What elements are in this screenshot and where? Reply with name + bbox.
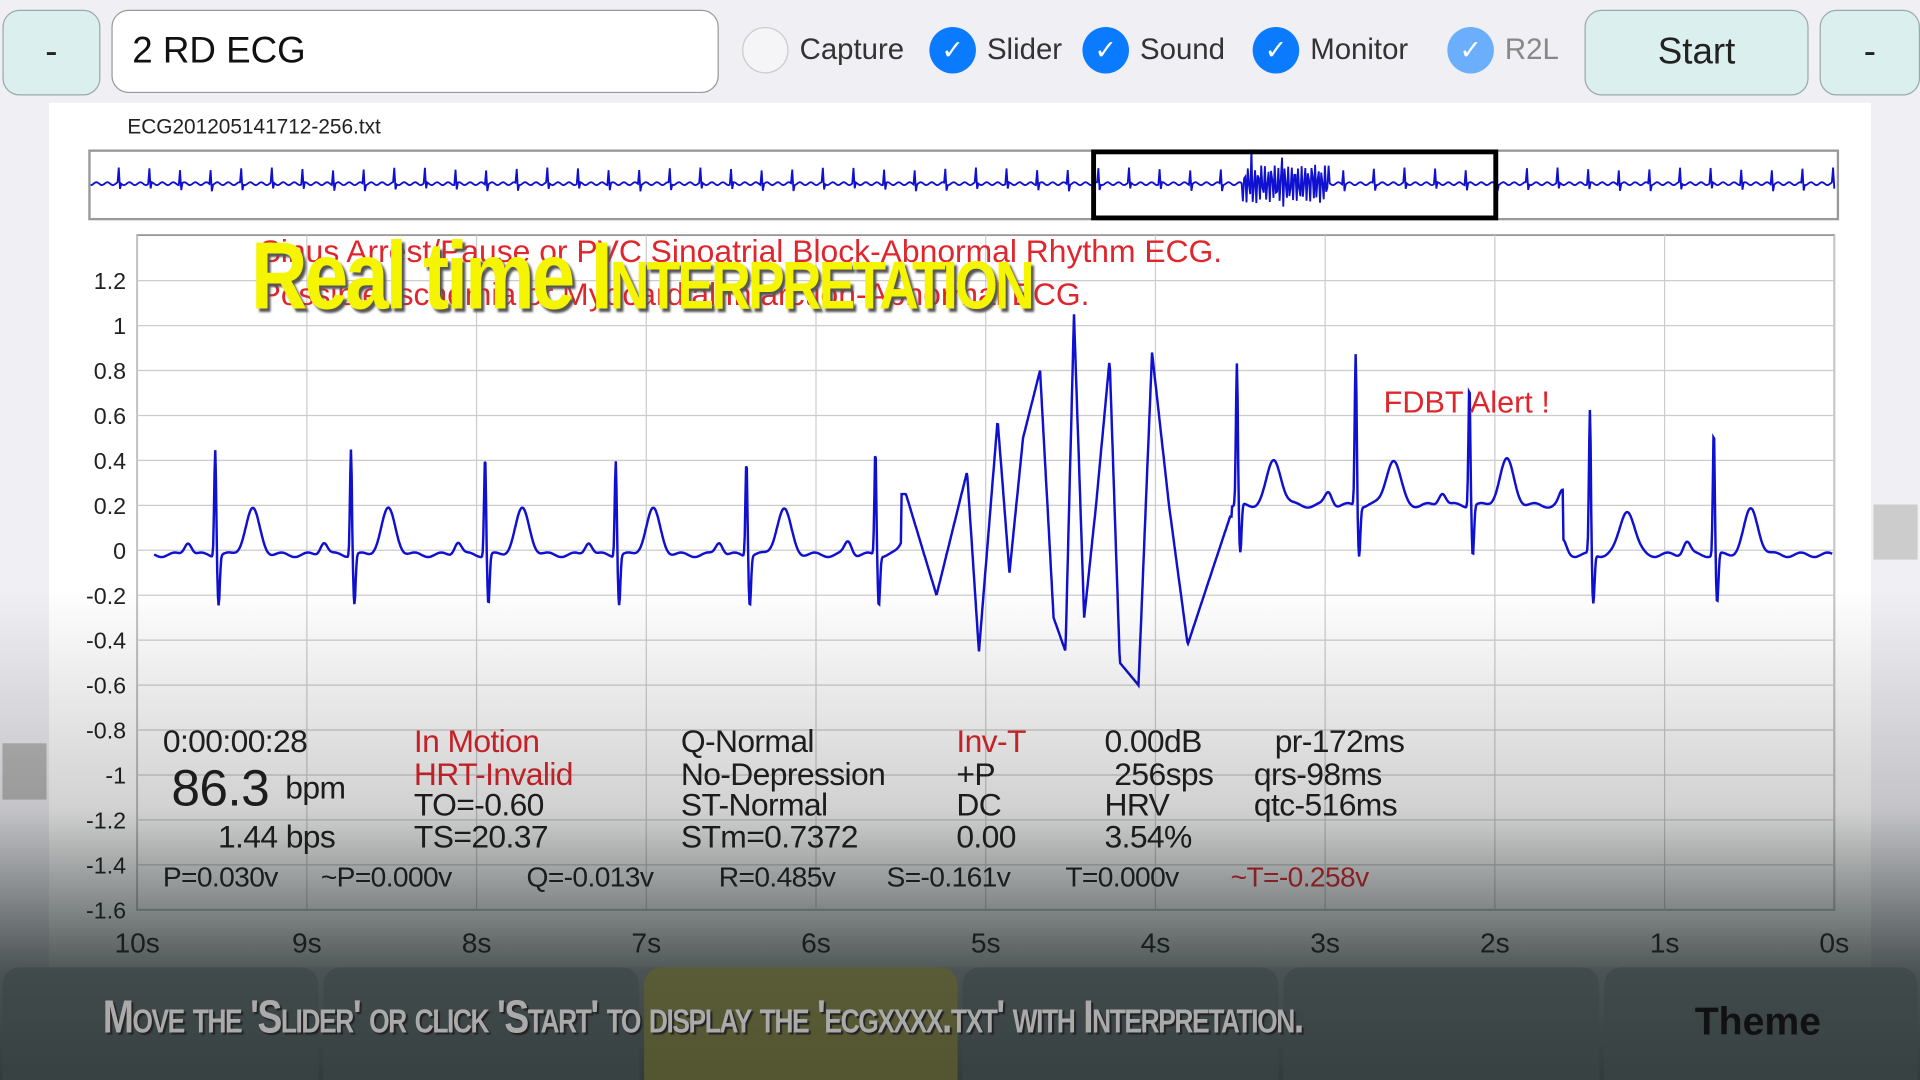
- right-scroll-handle[interactable]: [1873, 504, 1918, 560]
- bps-value: 1.44 bps: [217, 817, 336, 855]
- amp-s: S=-0.161v: [886, 860, 1011, 893]
- x-tick-label: 0s: [1819, 928, 1849, 959]
- checkmark-icon: ✓: [1252, 26, 1300, 74]
- file-name-input[interactable]: 2 RD ECG: [111, 9, 719, 94]
- y-tick-label: 1: [113, 313, 126, 339]
- x-tick-label: 1s: [1650, 928, 1680, 959]
- y-tick-label: -1.6: [86, 897, 126, 923]
- amp-t: T=0.000v: [1065, 860, 1179, 893]
- bpm-unit: bpm: [285, 768, 346, 806]
- x-tick-label: 3s: [1310, 928, 1340, 959]
- bpm-value: 86.3: [171, 759, 270, 817]
- r2l-checkbox[interactable]: ✓ R2L: [1447, 26, 1559, 74]
- x-tick-label: 7s: [631, 928, 661, 959]
- unchecked-circle-icon: [742, 26, 789, 74]
- y-tick-label: -0.2: [86, 583, 126, 609]
- ts-value: TS=20.37: [413, 817, 549, 855]
- x-tick-label: 6s: [801, 928, 831, 959]
- checkmark-icon: ✓: [1082, 26, 1129, 74]
- right-minus-button[interactable]: -: [1819, 9, 1920, 96]
- y-tick-label: -1.4: [86, 852, 126, 878]
- theme-label: Theme: [1694, 999, 1822, 1044]
- y-tick-label: 0: [113, 538, 126, 564]
- overlay-title-caps: Interpretation: [590, 221, 1035, 330]
- app-screen: - 2 RD ECG Capture ✓ Slider ✓ Sound ✓ Mo…: [0, 0, 1920, 1080]
- y-tick-label: -1: [105, 763, 126, 789]
- y-tick-label: -0.6: [86, 673, 126, 699]
- sound-label: Sound: [1140, 33, 1225, 67]
- slider-checkbox[interactable]: ✓ Slider: [929, 26, 1063, 74]
- x-tick-label: 2s: [1480, 928, 1510, 959]
- x-tick-label: 8s: [462, 928, 492, 959]
- monitor-checkbox[interactable]: ✓ Monitor: [1252, 26, 1409, 74]
- amp-r: R=0.485v: [718, 860, 836, 893]
- amp-p: P=0.030v: [162, 860, 279, 893]
- sound-checkbox[interactable]: ✓ Sound: [1082, 26, 1225, 74]
- x-tick-label: 4s: [1141, 928, 1171, 959]
- theme-tab[interactable]: Theme: [1604, 967, 1918, 1080]
- y-tick-label: 0.4: [94, 448, 126, 474]
- y-tick-label: 0.6: [94, 403, 126, 429]
- overview-strip[interactable]: [88, 149, 1840, 221]
- bottom-tab-5[interactable]: [1283, 967, 1600, 1080]
- overlay-caption: Move the 'Slider' or click 'Start' to di…: [102, 991, 1304, 1044]
- x-tick-label: 5s: [971, 928, 1001, 959]
- amp-not-p: ~P=0.000v: [320, 860, 452, 893]
- overlay-title-main: Real time: [251, 221, 591, 330]
- y-tick-label: 1.2: [94, 268, 126, 294]
- checkmark-icon: ✓: [929, 26, 976, 74]
- capture-label: Capture: [799, 33, 905, 67]
- start-button[interactable]: Start: [1584, 9, 1809, 96]
- file-name-label: ECG201205141712-256.txt: [127, 115, 381, 139]
- y-tick-label: -0.8: [86, 718, 126, 744]
- left-scroll-handle[interactable]: [2, 743, 47, 800]
- y-tick-label: -1.2: [86, 807, 126, 833]
- hrv-value: 3.54%: [1104, 817, 1192, 855]
- stm-value: STm=0.7372: [680, 817, 859, 855]
- x-tick-label: 9s: [292, 928, 322, 959]
- checkmark-icon: ✓: [1447, 26, 1494, 74]
- y-tick-label: -0.4: [86, 628, 126, 654]
- x-tick-label: 10s: [114, 928, 159, 959]
- left-minus-button[interactable]: -: [2, 9, 101, 96]
- r2l-label: R2L: [1504, 33, 1559, 67]
- capture-checkbox[interactable]: Capture: [742, 26, 905, 74]
- amp-not-t: ~T=-0.258v: [1230, 860, 1370, 893]
- dc-value: 0.00: [956, 817, 1016, 855]
- elapsed-time: 0:00:00:28: [162, 722, 308, 760]
- overlay-title: Real time Interpretation: [251, 220, 1035, 331]
- qtc-interval: qtc-516ms: [1253, 786, 1398, 823]
- y-tick-label: 0.8: [94, 358, 126, 384]
- slider-label: Slider: [986, 33, 1063, 67]
- amp-q: Q=-0.013v: [526, 860, 654, 893]
- y-tick-label: 0.2: [94, 493, 126, 519]
- monitor-label: Monitor: [1310, 33, 1409, 67]
- fdbt-alert: FDBT Alert !: [1383, 385, 1550, 421]
